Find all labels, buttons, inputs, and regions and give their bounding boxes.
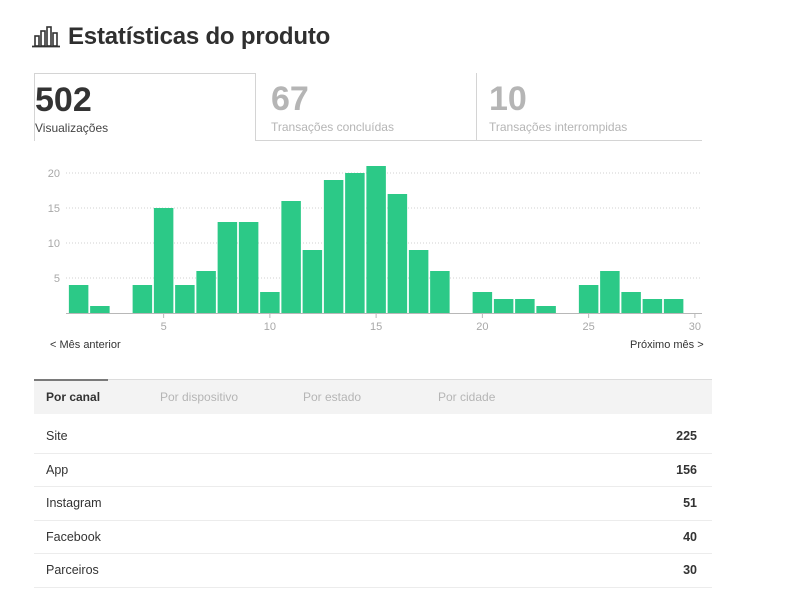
bar [281,201,301,313]
y-tick-label: 15 [48,203,60,215]
tab-by-state[interactable]: Por estado [303,380,361,414]
bar [578,285,599,313]
bar [302,250,323,313]
bar [472,292,493,313]
y-tick-label: 20 [48,168,60,180]
bar [493,299,514,313]
bar [345,173,365,313]
channel-name: Facebook [46,529,101,544]
next-month-link[interactable]: Próximo mês > [630,339,704,351]
bar [642,299,663,313]
channel-name: App [46,462,69,477]
breakdown-tabs: Por canal Por dispositivo Por estado Por… [33,379,712,414]
previous-month-link[interactable]: < Mês anterior [50,339,121,351]
channel-name: Instagram [46,496,102,510]
bar [153,208,174,313]
bar [600,271,620,313]
table-row: Site 225 [34,420,712,454]
bar [366,166,386,313]
channel-name: Parceiros [46,563,99,577]
bar [430,271,450,313]
bar [387,194,408,313]
x-tick-label: 15 [370,321,382,333]
bar [408,250,429,313]
table-row: Facebook 40 [34,521,712,554]
channel-table: Site 225 App 156 Instagram 51 Facebook 4… [34,420,712,588]
bar [323,180,344,313]
bar [68,285,89,313]
tab-by-channel[interactable]: Por canal [33,379,109,414]
x-tick-label: 30 [689,321,701,333]
channel-value: 30 [683,563,697,577]
channel-value: 225 [676,429,697,443]
table-row: Instagram 51 [34,487,712,521]
bar [621,292,641,313]
bar [536,306,556,313]
bar [196,271,216,313]
channel-value: 156 [676,462,697,477]
tab-by-city[interactable]: Por cidade [438,380,495,414]
bar [175,285,195,313]
bar [132,285,153,313]
tab-by-device[interactable]: Por dispositivo [160,380,238,414]
bar [90,306,110,313]
y-tick-label: 10 [48,238,60,250]
table-row: App 156 [34,454,712,487]
bar [663,299,684,313]
channel-value: 51 [683,496,697,510]
y-tick-label: 5 [54,273,60,285]
x-tick-label: 5 [161,321,167,333]
x-tick-label: 20 [476,321,488,333]
bar [217,222,238,313]
channel-value: 40 [683,529,697,544]
table-row: Parceiros 30 [34,554,712,588]
channel-name: Site [46,429,68,443]
bar [515,299,535,313]
daily-views-chart: 5 10 15 20 5 10 15 20 25 30 [48,166,702,333]
x-tick-label: 10 [264,321,276,333]
x-tick-label: 25 [583,321,595,333]
bar [238,222,259,313]
bar [260,292,280,313]
